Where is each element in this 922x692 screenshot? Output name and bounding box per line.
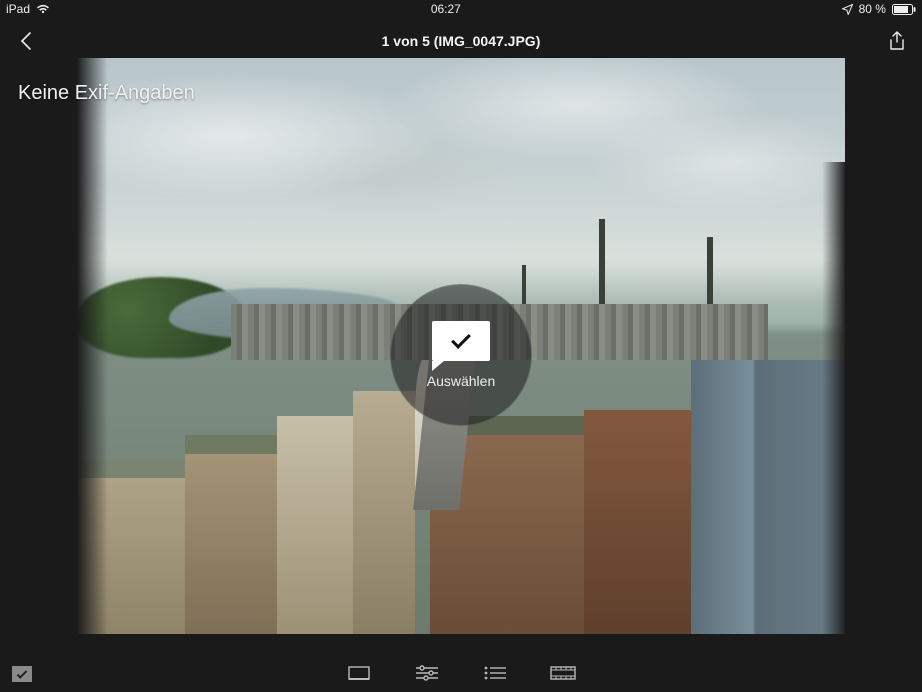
status-left: iPad: [6, 2, 50, 16]
battery-percent: 80 %: [859, 2, 886, 16]
crop-tool-button[interactable]: [346, 664, 372, 682]
status-right: 80 %: [842, 2, 916, 16]
adjust-tool-button[interactable]: [414, 664, 440, 682]
flag-toggle-button[interactable]: [12, 666, 32, 682]
location-icon: [842, 4, 853, 15]
bottom-toolbar: [0, 654, 922, 692]
select-label: Auswählen: [427, 373, 496, 389]
select-overlay[interactable]: Auswählen: [390, 284, 532, 426]
device-name: iPad: [6, 2, 30, 16]
exif-info-label: Keine Exif-Angaben: [18, 82, 195, 105]
wifi-icon: [36, 4, 50, 14]
flag-icon: [432, 321, 490, 361]
page-title: 1 von 5 (IMG_0047.JPG): [36, 33, 886, 49]
header: 1 von 5 (IMG_0047.JPG): [0, 24, 922, 58]
status-time: 06:27: [431, 2, 461, 16]
back-button[interactable]: [14, 30, 36, 52]
list-tool-button[interactable]: [482, 664, 508, 682]
share-button[interactable]: [886, 30, 908, 52]
filmstrip-tool-button[interactable]: [550, 664, 576, 682]
battery-icon: [892, 4, 916, 15]
status-bar: iPad 06:27 80 %: [0, 0, 922, 18]
